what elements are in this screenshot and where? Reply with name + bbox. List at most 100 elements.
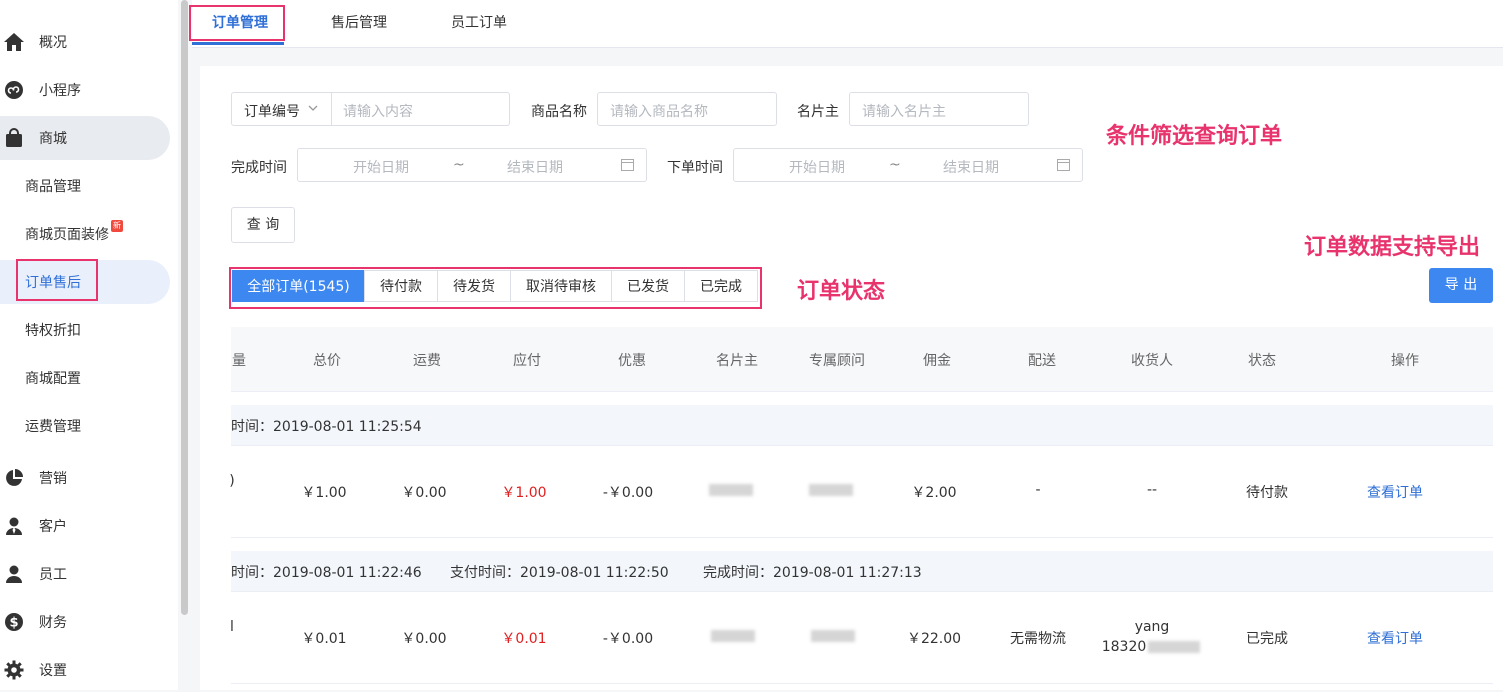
- sidebar-subitem-discount[interactable]: 特权折扣: [0, 308, 170, 352]
- cell-delivery: -: [1035, 482, 1041, 498]
- column-header-commission: 佣金: [923, 353, 951, 369]
- highlight-orders-sidebar: [16, 259, 98, 301]
- calendar-icon: [621, 158, 634, 175]
- dollar-icon: $: [2, 610, 26, 634]
- annotation-export-note: 订单数据支持导出: [1304, 235, 1481, 260]
- sidebar-subitem-label: 商品管理: [25, 179, 81, 195]
- sidebar-subitem-label: 运费管理: [25, 419, 81, 435]
- sidebar-item-label: 员工: [39, 567, 67, 583]
- sidebar-item-label: 概况: [39, 35, 67, 51]
- tab-staff-orders[interactable]: 员工订单: [451, 0, 507, 47]
- product-name-label: 商品名称: [531, 104, 587, 120]
- end-date-placeholder: 结束日期: [507, 160, 563, 176]
- cell-freight: ￥0.00: [401, 485, 447, 501]
- active-tab-indicator: [192, 42, 284, 45]
- sidebar-subitem-products[interactable]: 商品管理: [0, 164, 170, 208]
- chevron-down-icon: [308, 101, 318, 119]
- home-icon: [2, 30, 26, 54]
- export-button[interactable]: 导 出: [1429, 268, 1493, 303]
- column-header-payable: 应付: [513, 353, 541, 369]
- column-header-quantity: 量: [232, 353, 246, 369]
- order-group-info-bar: 时间：2019-08-01 11:22:46 支付时间：2019-08-01 1…: [231, 551, 1493, 592]
- cell-total: ￥0.01: [301, 631, 347, 647]
- complete-time-range-picker[interactable]: 开始日期 ~ 结束日期: [297, 148, 647, 182]
- gear-icon: [2, 658, 26, 682]
- column-header-discount: 优惠: [618, 353, 646, 369]
- sidebar-subitem-mall-config[interactable]: 商城配置: [0, 356, 170, 400]
- sidebar-item-settings[interactable]: 设置: [0, 648, 170, 692]
- order-time-info: 时间：2019-08-01 11:25:54: [231, 419, 422, 435]
- cell-commission: ￥22.00: [906, 631, 962, 647]
- sidebar-item-finance[interactable]: $ 财务: [0, 600, 170, 644]
- sidebar-item-staff[interactable]: 员工: [0, 552, 170, 596]
- highlight-order-tab: [189, 5, 285, 41]
- new-badge: 新: [111, 220, 123, 232]
- card-owner-label: 名片主: [797, 104, 839, 120]
- cell-status: 待付款: [1246, 485, 1288, 501]
- sidebar-item-miniprogram[interactable]: 小程序: [0, 68, 170, 112]
- sidebar-subitem-freight[interactable]: 运费管理: [0, 404, 170, 448]
- start-date-placeholder: 开始日期: [353, 160, 409, 176]
- order-time-label: 下单时间: [667, 160, 723, 176]
- view-order-link[interactable]: 查看订单: [1367, 482, 1423, 502]
- shopping-bag-icon: [2, 126, 26, 150]
- order-search-input[interactable]: 请输入内容: [343, 101, 413, 121]
- sidebar-item-label: 设置: [39, 663, 67, 679]
- sidebar-item-label: 小程序: [39, 83, 81, 99]
- cell-quantity: l: [230, 619, 234, 635]
- complete-time-info: 完成时间：2019-08-01 11:27:13: [703, 565, 922, 581]
- order-time-info: 时间：2019-08-01 11:22:46: [231, 565, 422, 581]
- tab-after-sales[interactable]: 售后管理: [331, 0, 387, 47]
- sidebar-item-customer[interactable]: 客户: [0, 504, 170, 548]
- order-field-select[interactable]: 订单编号: [232, 93, 332, 125]
- query-button[interactable]: 查 询: [231, 207, 295, 243]
- card-owner-input[interactable]: 请输入名片主: [849, 92, 1029, 126]
- highlight-status-tabs: [229, 267, 762, 309]
- cell-quantity: ): [229, 473, 235, 489]
- order-time-range-picker[interactable]: 开始日期 ~ 结束日期: [733, 148, 1083, 182]
- end-date-placeholder: 结束日期: [943, 160, 999, 176]
- product-name-placeholder: 请输入商品名称: [610, 104, 708, 120]
- sidebar-subitem-label: 商城页面装修: [25, 227, 109, 243]
- svg-text:$: $: [9, 616, 18, 631]
- cell-status: 已完成: [1246, 631, 1288, 647]
- cell-total: ￥1.00: [301, 485, 347, 501]
- sidebar-item-marketing[interactable]: 营销: [0, 456, 170, 500]
- cell-receiver: --: [1146, 482, 1158, 498]
- customer-icon: [2, 514, 26, 538]
- product-name-input[interactable]: 请输入商品名称: [597, 92, 777, 126]
- order-field-select-value: 订单编号: [244, 104, 300, 120]
- miniprogram-icon: [2, 78, 26, 102]
- user-icon: [2, 562, 26, 586]
- cell-freight: ￥0.00: [401, 631, 447, 647]
- redacted-advisor: [811, 630, 855, 642]
- sidebar-item-mall[interactable]: 商城: [0, 116, 170, 160]
- cell-payable: ￥0.01: [501, 631, 547, 647]
- sidebar-subitem-page-decoration[interactable]: 商城页面装修新: [0, 212, 170, 256]
- pie-chart-icon: [2, 466, 26, 490]
- sidebar-subitem-label: 特权折扣: [25, 323, 81, 339]
- cell-receiver-phone: 18320: [1101, 639, 1147, 655]
- cell-discount: -￥0.00: [602, 485, 654, 501]
- start-date-placeholder: 开始日期: [789, 160, 845, 176]
- column-header-delivery: 配送: [1028, 353, 1056, 369]
- column-header-status: 状态: [1248, 353, 1276, 369]
- annotation-status-note: 订单状态: [797, 279, 886, 304]
- cell-discount: -￥0.00: [602, 631, 654, 647]
- sidebar-item-label: 营销: [39, 471, 67, 487]
- complete-time-label: 完成时间: [231, 160, 287, 176]
- redacted-card-owner: [709, 484, 753, 496]
- view-order-link[interactable]: 查看订单: [1367, 628, 1423, 648]
- column-header-action: 操作: [1391, 353, 1419, 369]
- sidebar-item-label: 财务: [39, 615, 67, 631]
- redacted-phone: [1148, 641, 1200, 653]
- column-header-card-owner: 名片主: [716, 353, 758, 369]
- order-group-info-bar: 时间：2019-08-01 11:25:54: [231, 405, 1493, 446]
- cell-payable: ￥1.00: [501, 485, 547, 501]
- sidebar-scrollbar[interactable]: [181, 0, 188, 615]
- column-header-total: 总价: [313, 353, 341, 369]
- cell-commission: ￥2.00: [911, 485, 957, 501]
- sidebar-item-overview[interactable]: 概况: [0, 20, 170, 64]
- column-header-receiver: 收货人: [1131, 353, 1173, 369]
- redacted-advisor: [809, 484, 853, 496]
